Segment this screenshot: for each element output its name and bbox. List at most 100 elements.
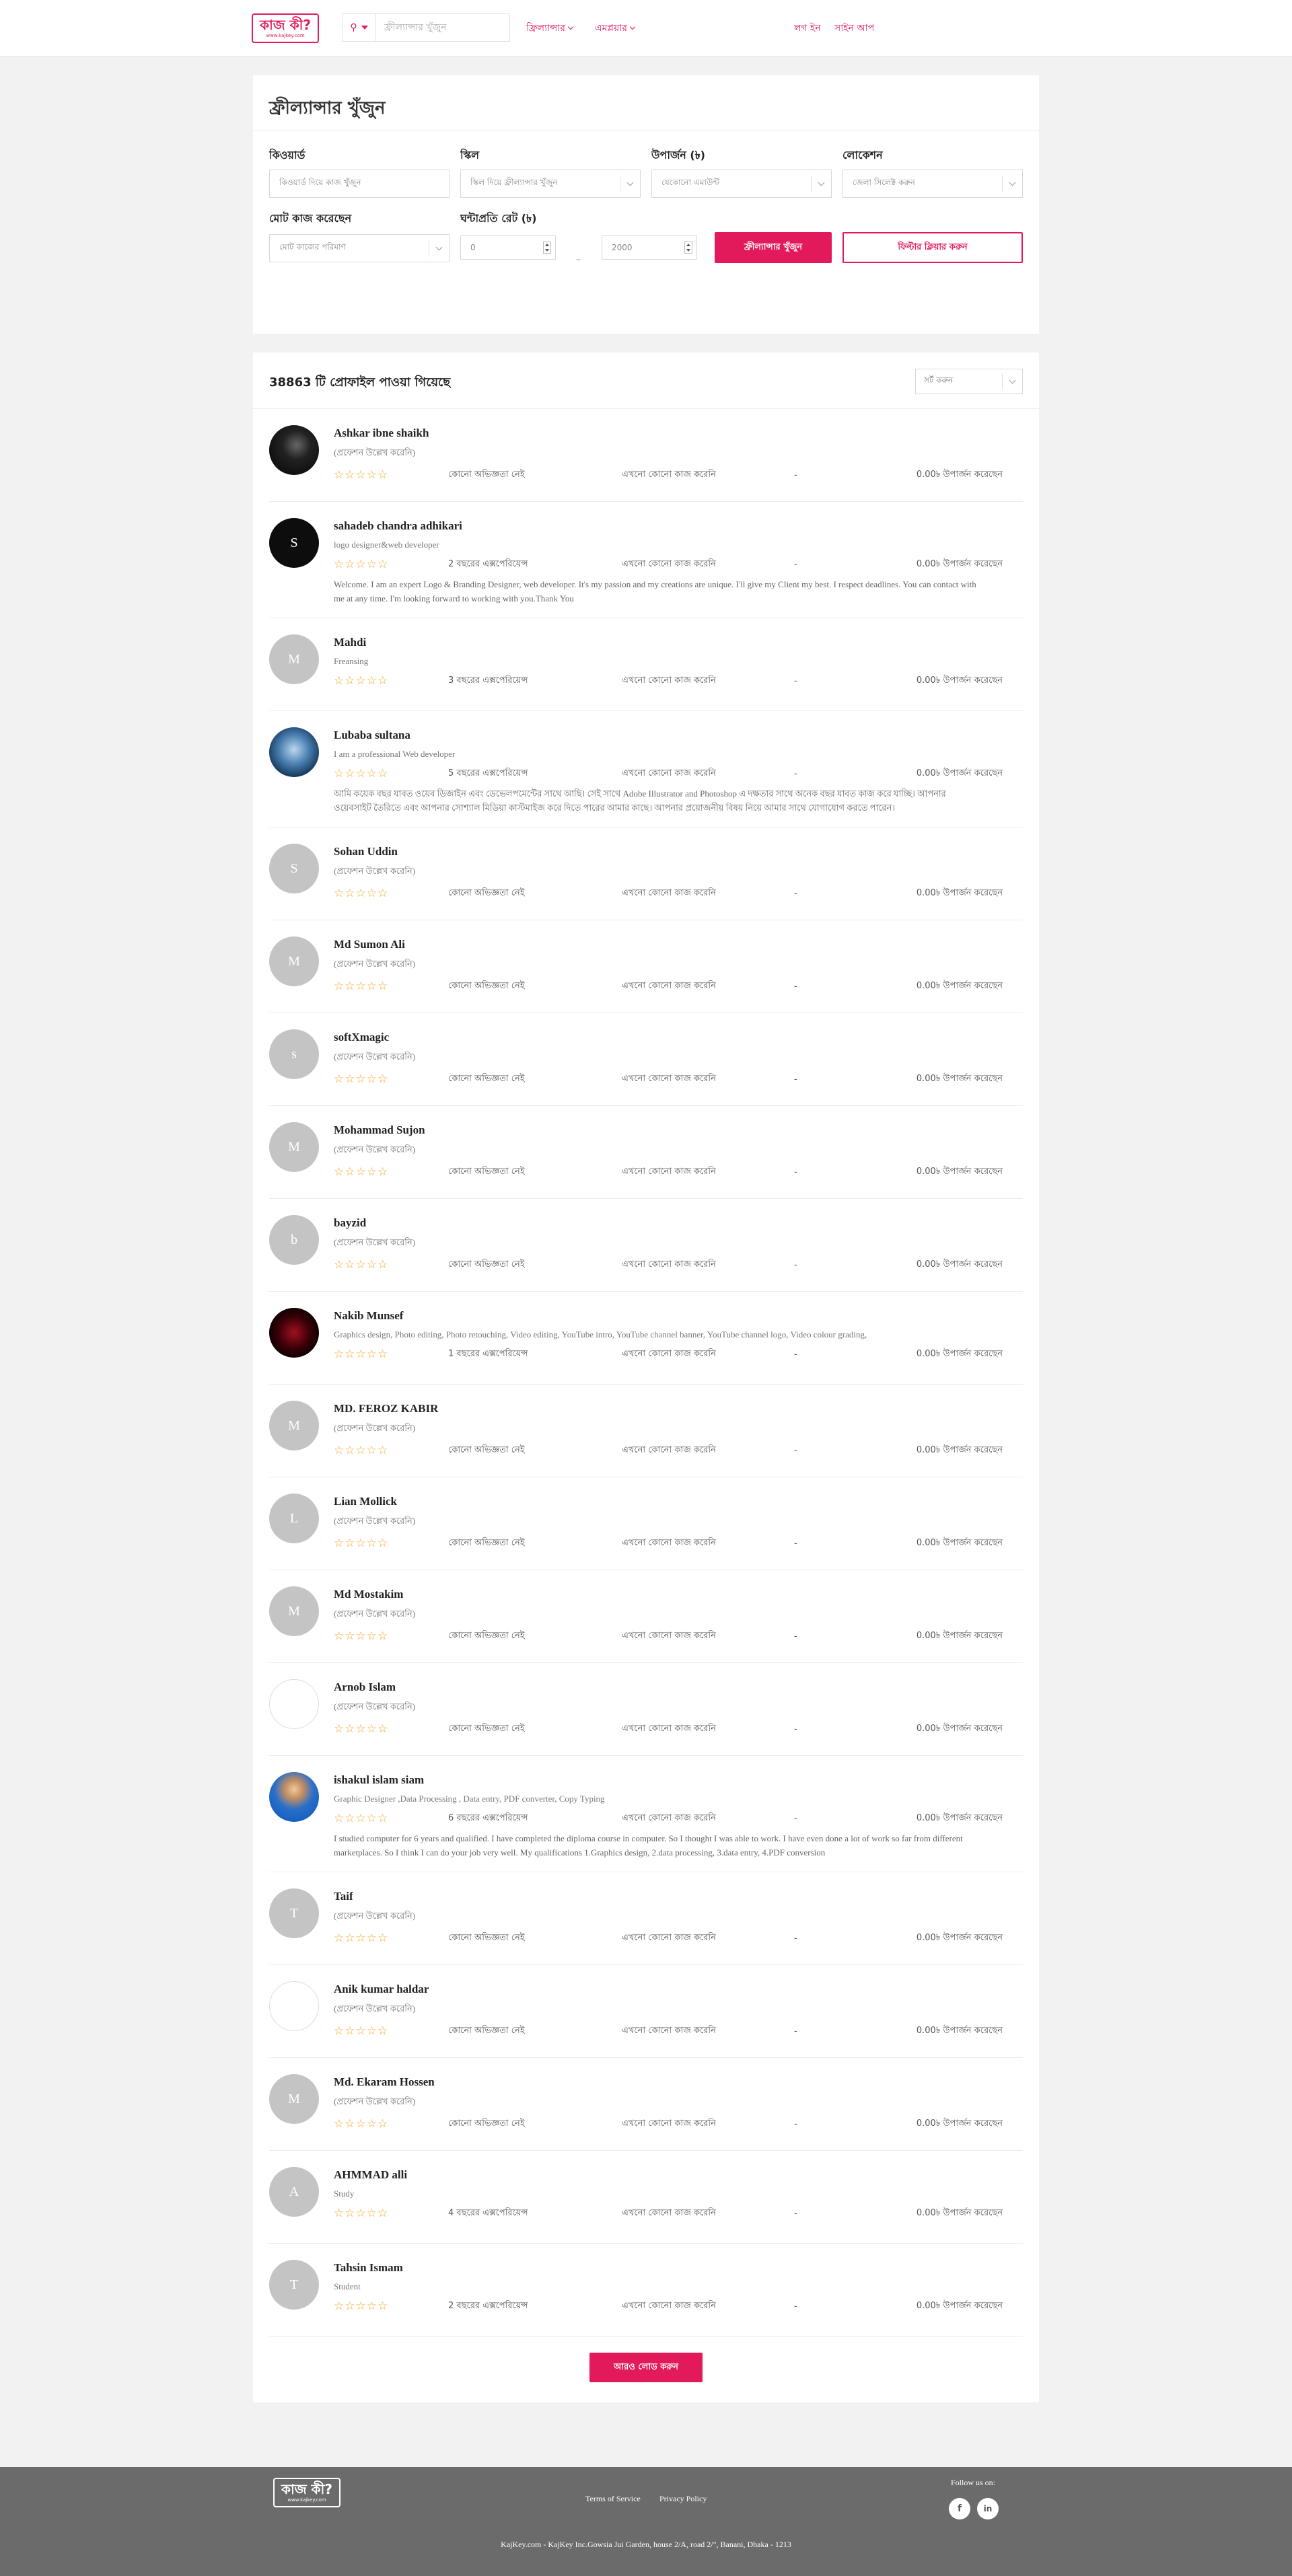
freelancer-row[interactable]: Lubaba sultana I am a professional Web de…	[269, 711, 1023, 827]
linkedin-icon[interactable]: in	[977, 2498, 999, 2519]
freelancer-row[interactable]: Anik kumar haldar (প্রফেশন উল্লেখ করেনি) ☆…	[269, 1965, 1023, 2058]
freelancer-name[interactable]: Tahsin Ismam	[334, 2261, 1023, 2275]
freelancer-row[interactable]: M Md. Ekaram Hossen (প্রফেশন উল্লেখ করেনি)…	[269, 2058, 1023, 2151]
freelancer-row[interactable]: Arnob Islam (প্রফেশন উল্লেখ করেনি) ☆☆☆☆☆ কো…	[269, 1663, 1023, 1756]
stepper-icon[interactable]	[684, 242, 692, 254]
nav-freelancer[interactable]: ফ্রিল্যান্সার	[526, 20, 574, 36]
login-link[interactable]: লগ ইন	[794, 20, 821, 36]
avatar[interactable]: A	[269, 2167, 319, 2217]
jobs-text: এখনো কোনো কাজ করেনি	[622, 1259, 716, 1269]
avatar[interactable]	[269, 425, 319, 475]
freelancer-row[interactable]: L Lian Mollick (প্রফেশন উল্লেখ করেনি) ☆☆☆☆☆…	[269, 1477, 1023, 1570]
freelancer-stats: ☆☆☆☆☆ কোনো অভিজ্ঞতা নেই এখনো কোনো কাজ করেন…	[334, 1165, 1023, 1179]
freelancer-row[interactable]: S Sohan Uddin (প্রফেশন উল্লেখ করেনি) ☆☆☆☆☆ ক…	[269, 827, 1023, 920]
freelancer-name[interactable]: Md Sumon Ali	[334, 938, 1023, 951]
load-more-button[interactable]: আরও লোড করুন	[589, 2353, 703, 2382]
freelancer-stats: ☆☆☆☆☆ কোনো অভিজ্ঞতা নেই এখনো কোনো কাজ করেন…	[334, 1629, 1023, 1643]
search-type-dropdown[interactable]: ⚲	[343, 14, 376, 41]
avatar[interactable]: M	[269, 634, 319, 684]
freelancer-name[interactable]: Mohammad Sujon	[334, 1124, 1023, 1137]
freelancer-row[interactable]: b bayzid (প্রফেশন উল্লেখ করেনি) ☆☆☆☆☆ কোনো অ…	[269, 1199, 1023, 1292]
freelancer-bio: I studied computer for 6 years and quali…	[334, 1833, 963, 1857]
earning-text: 0.00৳ উপার্জন করেছেন	[916, 1259, 1003, 1269]
avatar[interactable]	[269, 1772, 319, 1822]
avatar[interactable]	[269, 1308, 319, 1358]
avatar[interactable]: L	[269, 1494, 319, 1543]
footer-logo[interactable]: কাজ কী? www.kajkey.com	[273, 2478, 340, 2507]
freelancer-row[interactable]: T Tahsin Ismam Student ☆☆☆☆☆ 2 বছরের এক্সপের…	[269, 2244, 1023, 2336]
avatar[interactable]: T	[269, 1888, 319, 1938]
freelancer-name[interactable]: Taif	[334, 1890, 1023, 1903]
avatar[interactable]: M	[269, 1586, 319, 1636]
terms-link[interactable]: Terms of Service	[585, 2494, 641, 2504]
location-select[interactable]: জেলা সিলেক্ট করুন	[842, 170, 1023, 198]
freelancer-name[interactable]: Ashkar ibne shaikh	[334, 427, 1023, 440]
freelancer-row[interactable]: Nakib Munsef Graphics design, Photo editi…	[269, 1292, 1023, 1385]
sort-select[interactable]: সর্ট করুন	[915, 369, 1023, 394]
freelancer-name[interactable]: Arnob Islam	[334, 1681, 1023, 1694]
jobs-done-select-value: মোট কাজের পরিমাণ	[279, 242, 346, 252]
signup-link[interactable]: সাইন আপ	[834, 20, 874, 36]
avatar[interactable]: T	[269, 2260, 319, 2310]
freelancer-name[interactable]: AHMMAD alli	[334, 2168, 1023, 2182]
avatar[interactable]: S	[269, 844, 319, 893]
clear-filter-button[interactable]: ফিল্টার ক্লিয়ার করুন	[842, 232, 1023, 263]
freelancer-row[interactable]: M Mahdi Freansing ☆☆☆☆☆ 3 বছরের এক্সপেরিয়েন…	[269, 618, 1023, 711]
placeholder-dash: -	[794, 470, 797, 480]
search-freelancer-button[interactable]: ফ্রীল্যান্সার খুঁজুন	[715, 232, 832, 263]
stepper-icon[interactable]	[543, 242, 551, 254]
avatar[interactable]: S	[269, 518, 319, 568]
avatar[interactable]: b	[269, 1215, 319, 1265]
freelancer-name[interactable]: Anik kumar haldar	[334, 1983, 1023, 1996]
freelancer-row[interactable]: s softXmagic (প্রফেশন উল্লেখ করেনি) ☆☆☆☆☆ কো…	[269, 1013, 1023, 1106]
facebook-icon[interactable]: f	[949, 2498, 970, 2519]
freelancer-name[interactable]: Sohan Uddin	[334, 845, 1023, 858]
avatar[interactable]: M	[269, 936, 319, 986]
freelancer-name[interactable]: bayzid	[334, 1216, 1023, 1230]
freelancer-row[interactable]: T Taif (প্রফেশন উল্লেখ করেনি) ☆☆☆☆☆ কোনো অভি…	[269, 1872, 1023, 1965]
freelancer-row[interactable]: M Mohammad Sujon (প্রফেশন উল্লেখ করেনি) ☆☆☆…	[269, 1106, 1023, 1199]
freelancer-name[interactable]: ishakul islam siam	[334, 1773, 1023, 1787]
freelancer-name[interactable]: Lubaba sultana	[334, 729, 1023, 742]
avatar[interactable]: M	[269, 1122, 319, 1172]
freelancer-row[interactable]: A AHMMAD alli Study ☆☆☆☆☆ 4 বছরের এক্সপেরিয়…	[269, 2151, 1023, 2244]
rate-min-input[interactable]: 0	[460, 235, 556, 260]
avatar[interactable]	[269, 1679, 319, 1729]
freelancer-row[interactable]: Ashkar ibne shaikh (প্রফেশন উল্লেখ করেনি)…	[269, 409, 1023, 502]
avatar[interactable]	[269, 727, 319, 777]
freelancer-row[interactable]: M MD. FEROZ KABIR (প্রফেশন উল্লেখ করেনি) ☆☆…	[269, 1385, 1023, 1477]
freelancer-name[interactable]: MD. FEROZ KABIR	[334, 1402, 1023, 1415]
rate-max-input[interactable]: 2000	[602, 235, 697, 260]
freelancer-name[interactable]: softXmagic	[334, 1031, 1023, 1044]
freelancer-row[interactable]: ishakul islam siam Graphic Designer ,Data…	[269, 1756, 1023, 1872]
freelancer-name[interactable]: Mahdi	[334, 636, 1023, 649]
jobs-text: এখনো কোনো কাজ করেনি	[622, 2025, 716, 2036]
freelancer-name[interactable]: sahadeb chandra adhikari	[334, 519, 1023, 533]
experience-text: কোনো অভিজ্ঞতা নেই	[448, 1073, 525, 1084]
search-input[interactable]	[376, 15, 509, 40]
avatar[interactable]: M	[269, 2074, 319, 2124]
freelancer-name[interactable]: Nakib Munsef	[334, 1309, 1023, 1323]
privacy-link[interactable]: Privacy Policy	[659, 2494, 707, 2504]
jobs-done-label: মোট কাজ করেছেন	[269, 212, 352, 225]
avatar[interactable]: s	[269, 1029, 319, 1079]
keyword-label: কিওয়ার্ড	[269, 149, 306, 161]
experience-text: কোনো অভিজ্ঞতা নেই	[448, 1723, 525, 1734]
freelancer-tagline: I am a professional Web developer	[334, 749, 456, 759]
freelancer-name[interactable]: Md. Ekaram Hossen	[334, 2075, 1023, 2089]
freelancer-row[interactable]: M Md Sumon Ali (প্রফেশন উল্লেখ করেনি) ☆☆☆☆☆…	[269, 920, 1023, 1013]
earning-select[interactable]: যেকোনো এমাউন্ট	[651, 170, 832, 198]
placeholder-dash: -	[794, 981, 797, 992]
freelancer-row[interactable]: Ssahadeb chandra adhikari logo designer&w…	[269, 502, 1023, 618]
freelancer-name[interactable]: Md Mostakim	[334, 1588, 1023, 1601]
avatar[interactable]: M	[269, 1401, 319, 1450]
jobs-done-select[interactable]: মোট কাজের পরিমাণ	[269, 234, 450, 262]
skill-select[interactable]: স্কিল দিয়ে ফ্রীল্যান্সার খুঁজুন	[460, 170, 641, 198]
keyword-input[interactable]: কিওয়ার্ড দিয়ে কাজ খুঁজুন	[269, 170, 450, 198]
site-logo[interactable]: কাজ কী? www.kajkey.com	[252, 13, 319, 43]
nav-employer[interactable]: এমপ্লয়ার	[595, 20, 636, 36]
freelancer-name[interactable]: Lian Mollick	[334, 1495, 1023, 1508]
avatar[interactable]	[269, 1981, 319, 2031]
freelancer-row[interactable]: M Md Mostakim (প্রফেশন উল্লেখ করেনি) ☆☆☆☆☆ ক…	[269, 1570, 1023, 1663]
header-search: ⚲	[342, 13, 510, 42]
